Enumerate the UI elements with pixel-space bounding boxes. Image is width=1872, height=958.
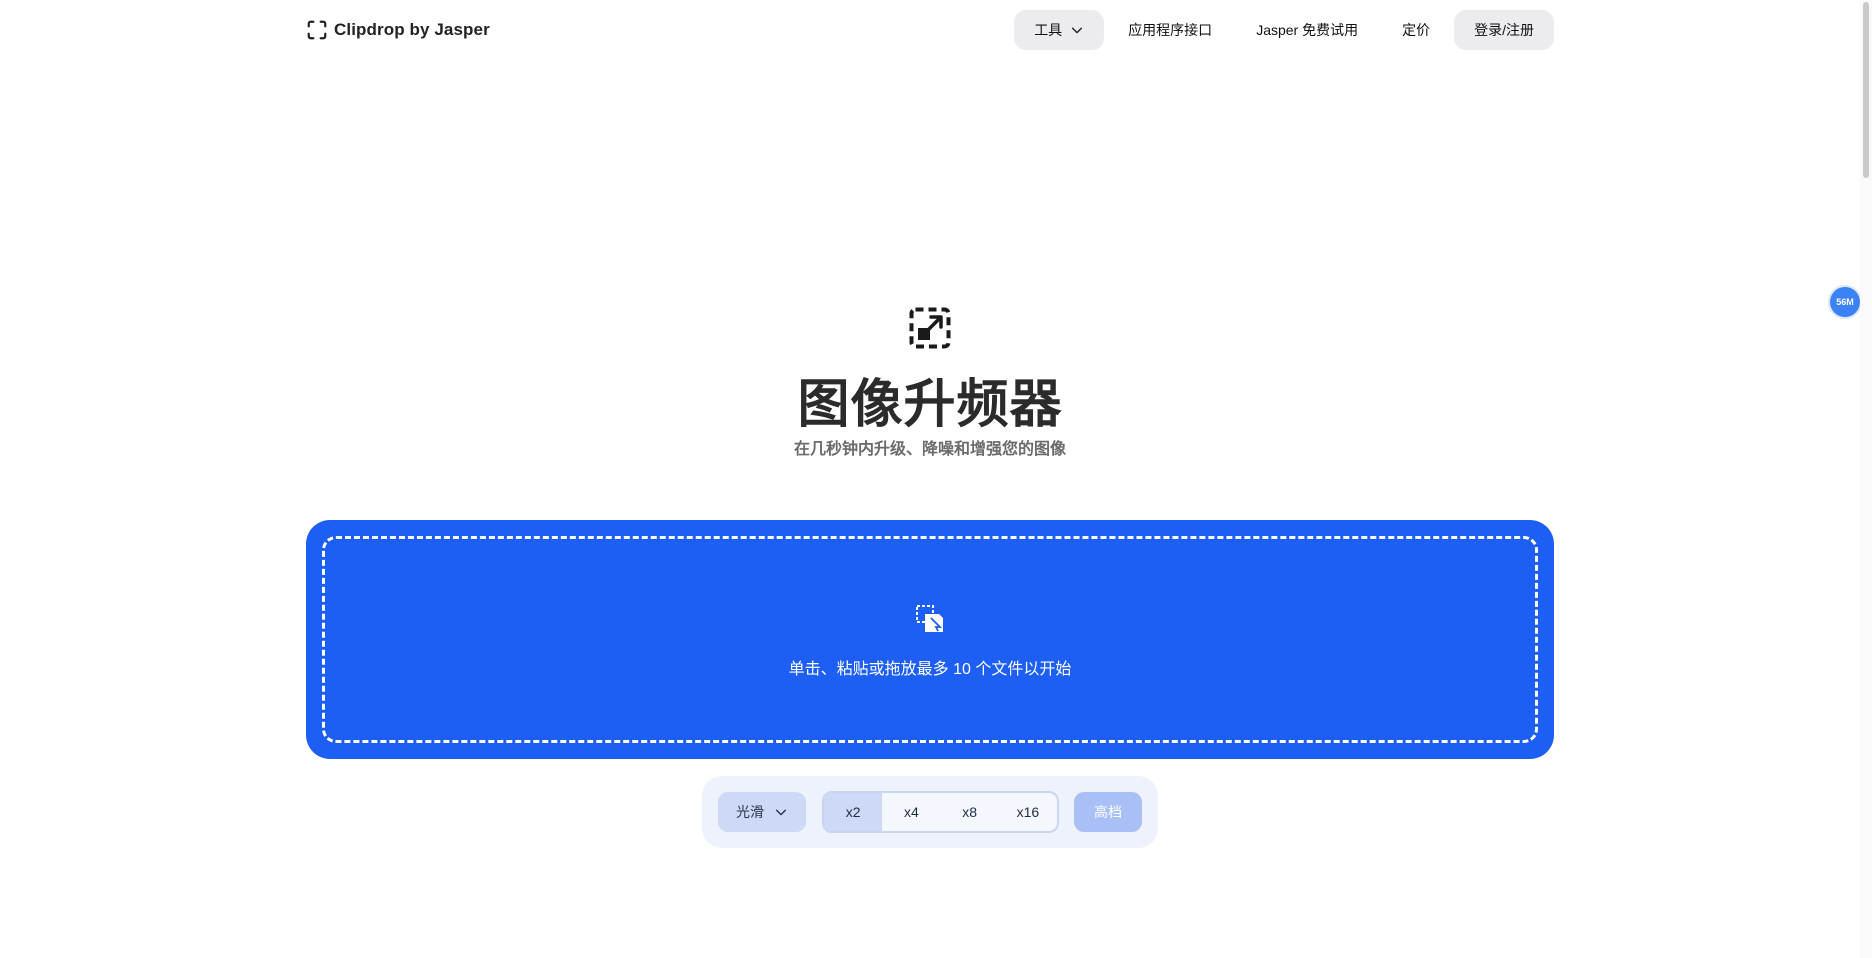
scale-selector: x2 x4 x8 x16: [822, 791, 1059, 833]
scale-option-x8[interactable]: x8: [941, 793, 999, 831]
scale-option-x16[interactable]: x16: [999, 793, 1057, 831]
page-title: 图像升频器: [797, 376, 1063, 434]
upscale-controls: 光滑 x2 x4 x8 x16 高档: [702, 776, 1158, 848]
mode-select[interactable]: 光滑: [718, 792, 806, 832]
page: Clipdrop by Jasper 工具 应用程序接口 Jasper 免费试用…: [0, 0, 1872, 958]
tools-menu-button[interactable]: 工具: [1014, 10, 1105, 50]
scrollbar-thumb[interactable]: [1863, 2, 1869, 178]
mode-select-value: 光滑: [736, 804, 764, 820]
clipdrop-logo-icon: [307, 20, 327, 40]
main-nav: 工具 应用程序接口 Jasper 免费试用 定价 登录/注册: [1014, 10, 1554, 50]
upload-file-icon: [916, 605, 943, 632]
chevron-down-icon: [775, 809, 787, 816]
top-header: Clipdrop by Jasper 工具 应用程序接口 Jasper 免费试用…: [306, 10, 1554, 50]
scale-option-x2[interactable]: x2: [824, 793, 883, 831]
scale-option-x4[interactable]: x4: [882, 793, 940, 831]
file-dropzone[interactable]: [306, 520, 1554, 759]
floating-status-badge[interactable]: 56M: [1830, 287, 1860, 317]
dropzone-dashed-border: [322, 536, 1538, 743]
chevron-down-icon: [1072, 27, 1083, 34]
dropzone-instructions: 单击、粘贴或拖放最多 10 个文件以开始: [788, 661, 1072, 678]
page-scrollbar[interactable]: [1860, 0, 1872, 958]
nav-pricing-link[interactable]: 定价: [1382, 10, 1450, 50]
upscale-expand-icon: [909, 307, 951, 349]
upscale-button[interactable]: 高档: [1074, 792, 1142, 832]
logo[interactable]: Clipdrop by Jasper: [306, 19, 490, 41]
login-signup-button[interactable]: 登录/注册: [1454, 10, 1554, 50]
page-subtitle: 在几秒钟内升级、降噪和增强您的图像: [793, 441, 1066, 458]
logo-text: Clipdrop by Jasper: [334, 20, 490, 39]
nav-api-link[interactable]: 应用程序接口: [1108, 10, 1232, 50]
tools-menu-label: 工具: [1034, 22, 1063, 38]
nav-jasper-trial-link[interactable]: Jasper 免费试用: [1236, 10, 1378, 50]
